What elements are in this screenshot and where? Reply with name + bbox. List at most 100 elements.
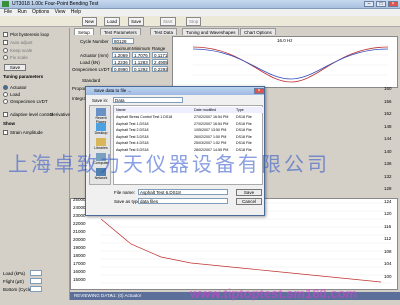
waveform-series-red	[192, 46, 389, 83]
keep-scale-label: Keep scale	[10, 48, 33, 53]
file-row[interactable]: Asphalt Test 4.DS18 25/03/2007 1:52 PM DS1…	[114, 140, 264, 146]
dialog-close-button[interactable]: ×	[254, 88, 264, 94]
row-value: 2.4905	[152, 59, 168, 65]
tab-chart-options[interactable]: Chart Options	[240, 28, 276, 35]
strain-amplitude-label: Strain Amplitude	[10, 130, 43, 135]
load-radio[interactable]	[3, 92, 8, 97]
y-right-tick: 144	[384, 136, 392, 141]
row-label: Actuator (mm)	[80, 53, 109, 58]
onspecimen-label: Onspecimen LVDT	[10, 99, 48, 104]
y-left-tick: 25000	[73, 197, 86, 202]
menu-bar: File Run Options View Help	[0, 9, 400, 16]
plot-hysteresis-label: Plot hysteresis loop	[10, 32, 50, 37]
y-left-tick: 23000	[73, 213, 86, 218]
y-right-tick: 112	[384, 236, 392, 241]
y-left-tick: 18000	[73, 253, 86, 258]
fix-scale-label: Fix scale	[10, 55, 28, 60]
close-button[interactable]: ×	[388, 1, 398, 7]
file-row[interactable]: Asphalt Test 2.DS18 1/05/2007 13:50 PM DS1…	[114, 127, 264, 133]
tab-test-data[interactable]: Test Data	[150, 28, 178, 35]
toolbar: New Load Save Start Stop	[0, 16, 400, 27]
place-desktop[interactable]: Desktop	[92, 123, 110, 135]
load-kpa-field[interactable]	[30, 270, 42, 276]
plot-hysteresis-checkbox[interactable]	[3, 32, 8, 37]
new-button[interactable]: New	[82, 17, 98, 26]
flight-label: Flight (μE)	[3, 279, 24, 284]
file-row[interactable]: Asphalt Stress Control Test 1.DS18 27/02/…	[114, 114, 264, 120]
y-right-tick: 108	[384, 248, 392, 254]
y-right-tick: 136	[384, 161, 392, 166]
actuator-radio[interactable]	[3, 85, 8, 90]
y-right-tick: 124	[384, 198, 392, 204]
strain-amplitude-checkbox[interactable]	[3, 130, 8, 135]
y-right-tick: 156	[384, 98, 392, 104]
menu-run[interactable]: Run	[17, 9, 26, 15]
save-button[interactable]: Save	[4, 64, 26, 71]
cycle-number-value: 80128	[112, 38, 134, 44]
file-row[interactable]: Asphalt Test 3.DS18 26/02/2007 1:50 PM DS1…	[114, 134, 264, 140]
y-right-tick: 128	[384, 186, 392, 191]
row-value: 1.7076	[132, 52, 150, 58]
y-left-tick: 16000	[73, 269, 86, 274]
show-heading: Show	[3, 121, 15, 126]
auto-adjust-label: Auto adjust	[10, 40, 33, 45]
derivative-label: Derivative	[50, 112, 71, 117]
y-right-tick: 152	[384, 111, 392, 116]
row-value: 0.1292	[132, 66, 150, 72]
tab-tuning-waveshapes[interactable]: Tuning and Waveshapes	[182, 28, 240, 35]
dialog-save-button[interactable]: Save	[236, 189, 262, 196]
row-value: 1.1283	[132, 59, 150, 65]
tab-test-parameters[interactable]: Test Parameters	[100, 28, 141, 35]
y-right-tick: 132	[384, 173, 392, 179]
save-in-label: Save in:	[92, 98, 109, 103]
actuator-label: Actuator	[10, 85, 27, 90]
save-in-dropdown[interactable]: Data	[113, 97, 183, 103]
row-value: 0.2292	[152, 66, 168, 72]
row-value: 0.1171	[152, 52, 168, 58]
row-value: 1.2236	[112, 59, 130, 65]
tab-bar: Setup Test Parameters Test Data Tuning a…	[70, 28, 400, 35]
save-dialog-title: Save data to file ...	[86, 87, 264, 95]
header-maximum: Maximum	[112, 46, 132, 51]
row-value: 1.2069	[112, 52, 130, 58]
keep-scale-radio[interactable]	[3, 48, 8, 53]
load-button[interactable]: Load	[104, 17, 121, 26]
tuning-parameters-heading: Tuning parameters	[3, 74, 44, 79]
waveform-svg	[192, 44, 389, 83]
status-text: A1: (0) Actuator	[110, 293, 142, 298]
dialog-cancel-button[interactable]: Cancel	[236, 198, 262, 205]
flight-field[interactable]	[30, 278, 42, 284]
maximize-button[interactable]: □	[376, 1, 386, 7]
y-right-tick: 120	[384, 211, 392, 216]
bottom-cycles-field[interactable]	[30, 286, 42, 292]
stiffness-series	[100, 218, 382, 283]
savetype-dropdown[interactable]: data files	[138, 198, 228, 204]
minimize-button[interactable]: –	[364, 1, 374, 7]
row-value: 0.0990	[112, 66, 130, 72]
onspecimen-radio[interactable]	[3, 99, 8, 104]
auto-adjust-checkbox[interactable]	[3, 40, 8, 45]
y-left-tick: 20000	[73, 237, 86, 242]
filename-input[interactable]: Asphalt Test 6.DS18	[138, 189, 228, 195]
y-right-tick: 148	[384, 123, 392, 129]
menu-options[interactable]: Options	[32, 9, 49, 15]
row-label: Load (kN)	[80, 60, 100, 65]
fix-scale-radio[interactable]	[3, 55, 8, 60]
menu-file[interactable]: File	[4, 9, 12, 15]
stop-button[interactable]: Stop	[186, 17, 202, 26]
adaptive-level-checkbox[interactable]	[3, 112, 8, 117]
file-row[interactable]: Asphalt Test 1.DS18 27/02/2007 16:54 PM DS…	[114, 121, 264, 127]
save-toolbar-button[interactable]: Save	[128, 17, 145, 26]
y-left-tick: 15000	[73, 277, 86, 282]
menu-view[interactable]: View	[55, 9, 66, 15]
y-left-tick: 21000	[73, 229, 86, 234]
y-right-tick: 116	[384, 223, 392, 229]
y-left-tick: 22000	[73, 221, 86, 226]
place-recent[interactable]: Recent Places	[92, 108, 110, 124]
menu-help[interactable]: Help	[71, 9, 81, 15]
tab-setup[interactable]: Setup	[74, 28, 94, 35]
header-range: Range	[152, 46, 166, 51]
y-right-tick: 140	[384, 148, 392, 154]
y-left-tick: 19000	[73, 245, 86, 250]
start-button[interactable]: Start	[160, 17, 176, 26]
